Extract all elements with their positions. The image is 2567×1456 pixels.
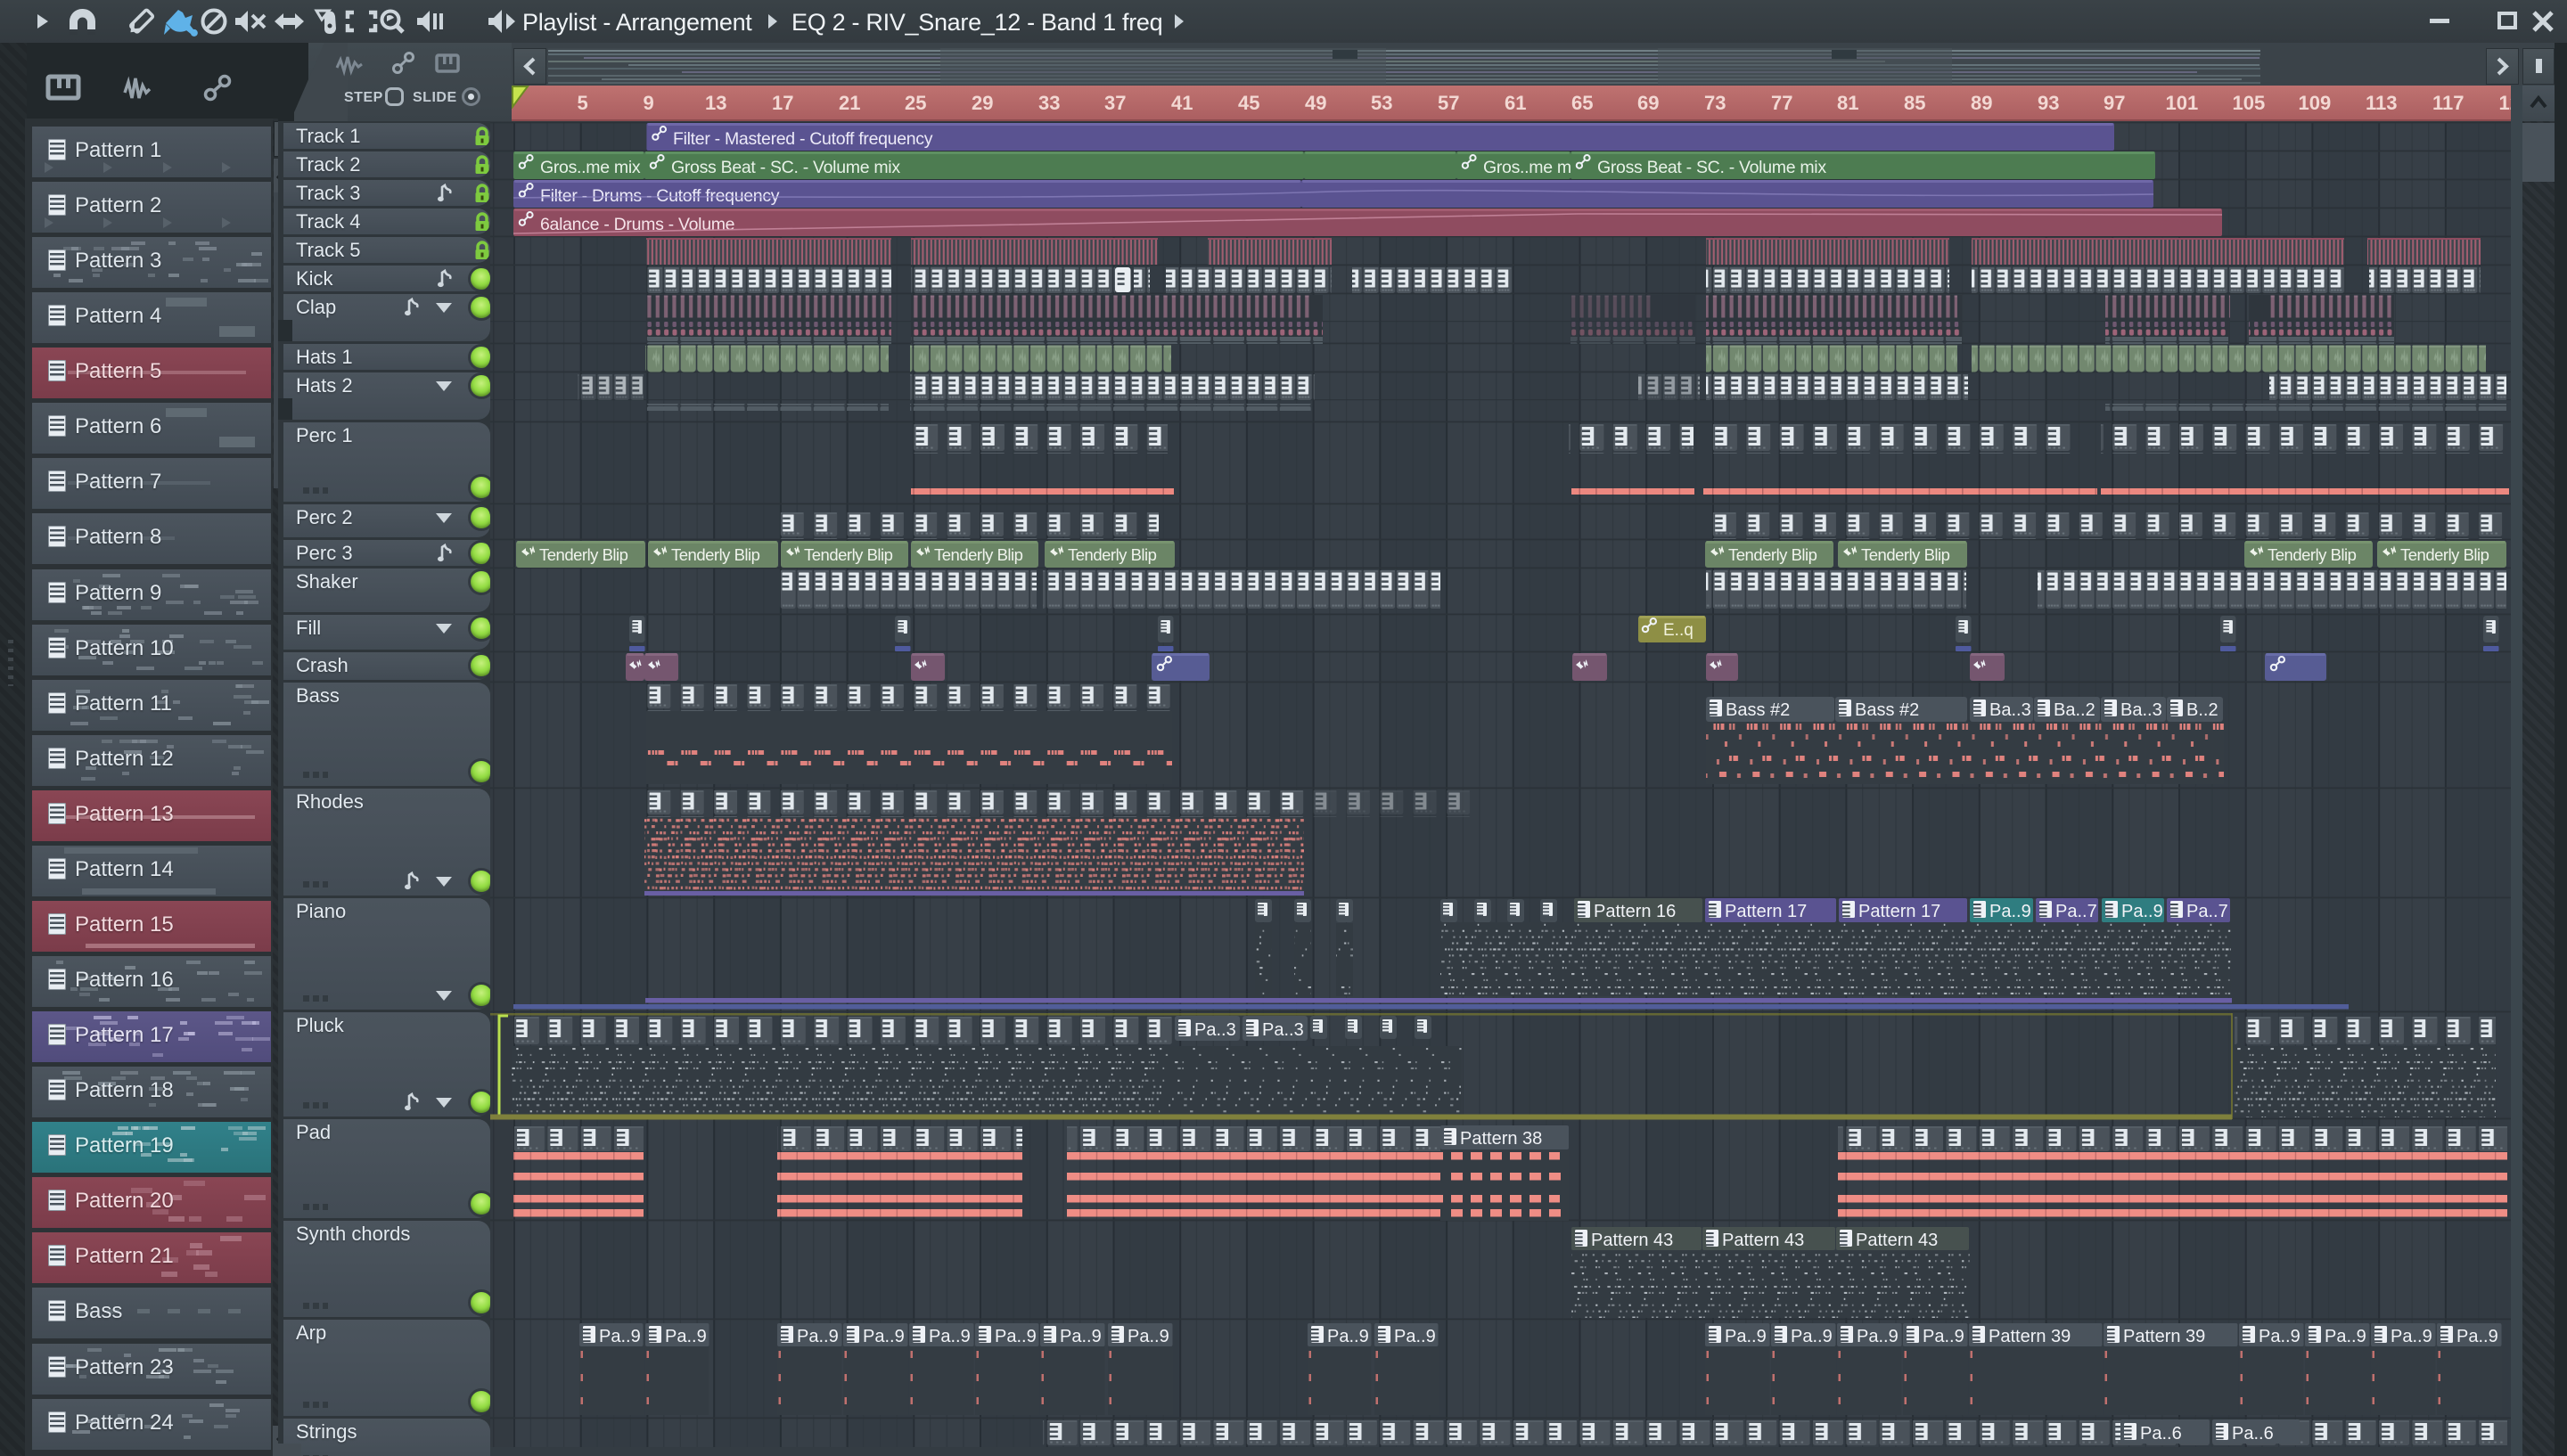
svg-text:Pa..9: Pa..9 [1989,902,2031,921]
svg-text:Tenderly Blip: Tenderly Blip [804,545,893,564]
svg-text:Pa..9: Pa..9 [599,1327,641,1346]
svg-text:Bass #2: Bass #2 [1726,700,1790,720]
svg-text:Pa..7: Pa..7 [2186,902,2228,921]
svg-text:Tenderly Blip: Tenderly Blip [1861,545,1950,564]
svg-text:Pattern 43: Pattern 43 [1722,1231,1804,1250]
svg-text:Ba..3: Ba..3 [2120,700,2162,720]
svg-text:Bass #2: Bass #2 [1855,700,1919,720]
svg-text:B..2: B..2 [2186,700,2218,720]
svg-text:Tenderly Blip: Tenderly Blip [2268,545,2357,564]
svg-text:Pa..9: Pa..9 [1060,1327,1102,1346]
svg-text:Pa..9: Pa..9 [2259,1327,2300,1346]
svg-text:Pattern 43: Pattern 43 [1856,1231,1938,1250]
svg-text:Gros..me mix: Gros..me mix [1483,158,1584,177]
svg-text:Pa..9: Pa..9 [995,1327,1037,1346]
svg-text:Pattern 17: Pattern 17 [1858,902,1940,921]
svg-text:Pattern 39: Pattern 39 [1989,1327,2071,1346]
svg-text:Pattern 17: Pattern 17 [1725,902,1807,921]
svg-text:Pa..9: Pa..9 [797,1327,839,1346]
svg-text:Filter - Mastered - Cutoff fre: Filter - Mastered - Cutoff frequency [673,129,933,149]
svg-text:Pa..9: Pa..9 [1791,1327,1833,1346]
svg-text:Pa..3: Pa..3 [1194,1020,1236,1040]
svg-text:Pa..9: Pa..9 [1923,1327,1964,1346]
svg-text:Pa..9: Pa..9 [2391,1327,2432,1346]
svg-text:Ba..3: Ba..3 [1989,700,2031,720]
svg-text:Pa..9: Pa..9 [1725,1327,1767,1346]
svg-text:Gros..me mix: Gros..me mix [540,158,641,177]
svg-text:Pa..9: Pa..9 [1128,1327,1169,1346]
svg-text:Gross Beat - SC. - Volume mix: Gross Beat - SC. - Volume mix [1597,158,1826,177]
svg-text:Pa..9: Pa..9 [2456,1327,2498,1346]
svg-text:Pattern 43: Pattern 43 [1591,1231,1673,1250]
svg-text:Tenderly Blip: Tenderly Blip [671,545,760,564]
svg-text:Tenderly Blip: Tenderly Blip [2400,545,2489,564]
svg-text:Pa..9: Pa..9 [2121,902,2163,921]
svg-text:Pa..9: Pa..9 [929,1327,971,1346]
svg-text:Pattern 38: Pattern 38 [1460,1129,1542,1149]
svg-text:Pa..6: Pa..6 [2140,1424,2182,1444]
svg-text:E..q: E..q [1663,621,1694,640]
svg-text:Pa..9: Pa..9 [1857,1327,1899,1346]
svg-text:Tenderly Blip: Tenderly Blip [934,545,1023,564]
svg-text:Pa..3: Pa..3 [1262,1020,1304,1040]
svg-text:Filter - Drums - Cutoff freque: Filter - Drums - Cutoff frequency [540,186,780,206]
svg-text:Tenderly Blip: Tenderly Blip [1068,545,1157,564]
svg-text:Gross Beat - SC. - Volume mix: Gross Beat - SC. - Volume mix [671,158,900,177]
svg-text:Pa..9: Pa..9 [1394,1327,1436,1346]
svg-text:Pa..9: Pa..9 [2325,1327,2366,1346]
svg-text:Pa..9: Pa..9 [1327,1327,1369,1346]
svg-text:Pa..7: Pa..7 [2055,902,2097,921]
svg-text:Pattern 16: Pattern 16 [1594,902,1676,921]
svg-text:Pattern 39: Pattern 39 [2123,1327,2205,1346]
svg-text:Tenderly Blip: Tenderly Blip [539,545,628,564]
svg-text:Pa..6: Pa..6 [2232,1424,2274,1444]
svg-text:Tenderly Blip: Tenderly Blip [1728,545,1817,564]
svg-text:Pa..9: Pa..9 [863,1327,905,1346]
svg-text:Ba..2: Ba..2 [2054,700,2095,720]
svg-text:Pa..9: Pa..9 [665,1327,707,1346]
